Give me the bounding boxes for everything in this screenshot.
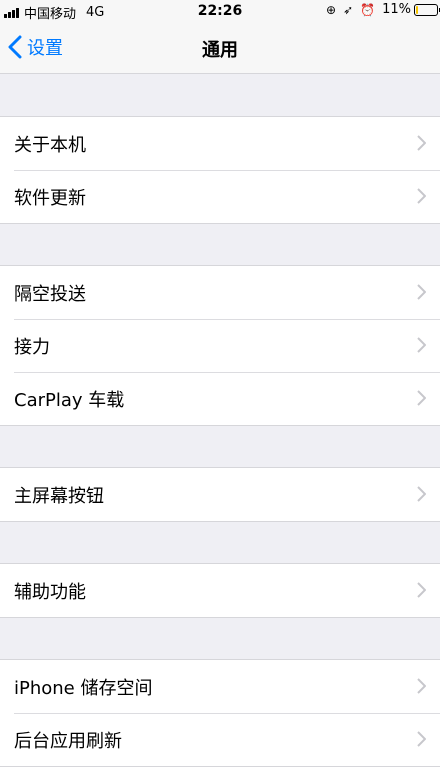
settings-group: 辅助功能	[0, 563, 440, 618]
chevron-right-icon	[417, 390, 426, 406]
chevron-right-icon	[417, 337, 426, 353]
row-label: 辅助功能	[14, 581, 86, 603]
settings-row-software-update[interactable]: 软件更新	[0, 170, 440, 223]
settings-row-background-refresh[interactable]: 后台应用刷新	[0, 713, 440, 766]
alarm-clock-icon: ⏰	[360, 2, 376, 17]
chevron-right-icon	[417, 678, 426, 694]
status-bar: 中国移动 4G 22:26 ⊕ ➶ ⏰ 11%	[0, 0, 440, 24]
battery-percent: 11%	[382, 2, 411, 17]
settings-row-iphone-storage[interactable]: iPhone 储存空间	[0, 660, 440, 713]
settings-row-carplay[interactable]: CarPlay 车载	[0, 372, 440, 425]
chevron-right-icon	[417, 731, 426, 747]
rotation-lock-icon: ⊕	[326, 2, 337, 17]
chevron-right-icon	[417, 284, 426, 300]
row-label: 接力	[14, 336, 50, 358]
settings-group: 隔空投送 接力 CarPlay 车载	[0, 265, 440, 426]
row-label: 主屏幕按钮	[14, 485, 104, 507]
settings-group: iPhone 储存空间 后台应用刷新	[0, 659, 440, 767]
row-label: 关于本机	[14, 134, 86, 156]
chevron-right-icon	[417, 188, 426, 204]
settings-group: 主屏幕按钮	[0, 467, 440, 522]
row-label: 后台应用刷新	[14, 730, 122, 752]
chevron-right-icon	[417, 582, 426, 598]
row-label: iPhone 储存空间	[14, 677, 153, 699]
battery-icon	[414, 3, 440, 16]
page-title: 通用	[202, 40, 238, 61]
settings-row-accessibility[interactable]: 辅助功能	[0, 564, 440, 617]
chevron-right-icon	[417, 486, 426, 502]
battery-fill	[416, 5, 418, 14]
row-label: 软件更新	[14, 187, 86, 209]
settings-group: 关于本机 软件更新	[0, 116, 440, 224]
settings-row-handoff[interactable]: 接力	[0, 319, 440, 372]
row-label: CarPlay 车载	[14, 389, 125, 411]
location-arrow-icon: ➶	[343, 2, 354, 17]
settings-row-about[interactable]: 关于本机	[0, 117, 440, 170]
row-label: 隔空投送	[14, 283, 86, 305]
chevron-right-icon	[417, 135, 426, 151]
navigation-bar: 设置 通用	[0, 24, 440, 74]
settings-row-airdrop[interactable]: 隔空投送	[0, 266, 440, 319]
settings-list: 关于本机 软件更新 隔空投送 接力 CarPlay 车载 主屏幕按钮 辅助功能 …	[0, 75, 440, 767]
status-right: ⊕ ➶ ⏰ 11%	[326, 2, 440, 17]
settings-row-home-button[interactable]: 主屏幕按钮	[0, 468, 440, 521]
